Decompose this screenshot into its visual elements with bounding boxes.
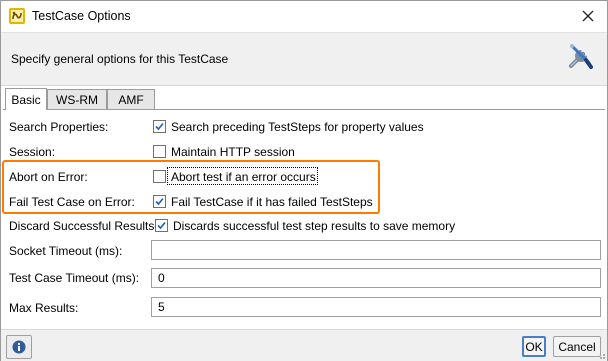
max-results-input[interactable]: 5 bbox=[151, 297, 601, 317]
tab-basic-label: Basic bbox=[11, 92, 41, 107]
discard-results-checkbox-label[interactable]: Discards successful test step results to… bbox=[173, 219, 455, 233]
search-properties-checkbox[interactable] bbox=[153, 120, 166, 133]
cancel-button[interactable]: Cancel bbox=[553, 336, 601, 357]
maintain-session-checkbox-label[interactable]: Maintain HTTP session bbox=[171, 145, 295, 159]
soapui-app-icon bbox=[9, 8, 25, 24]
window-title: TestCase Options bbox=[32, 9, 131, 23]
search-properties-label: Search Properties: bbox=[9, 120, 109, 134]
title-bar: TestCase Options bbox=[1, 1, 607, 32]
tab-ws-rm-label: WS-RM bbox=[56, 92, 98, 107]
tab-ws-rm[interactable]: WS-RM bbox=[47, 89, 107, 109]
checkmark-icon bbox=[157, 221, 166, 230]
discard-results-checkbox[interactable] bbox=[155, 219, 168, 232]
close-icon bbox=[582, 10, 594, 22]
close-button[interactable] bbox=[575, 4, 601, 28]
info-icon bbox=[12, 340, 26, 354]
tab-basic[interactable]: Basic bbox=[5, 88, 47, 110]
resize-grip-icon[interactable] bbox=[596, 350, 606, 360]
testcase-timeout-label: Test Case Timeout (ms): bbox=[9, 271, 140, 285]
testcase-timeout-input[interactable]: 0 bbox=[151, 268, 601, 288]
tab-amf-label: AMF bbox=[118, 92, 144, 107]
ok-button[interactable]: OK bbox=[522, 336, 546, 357]
tab-amf[interactable]: AMF bbox=[107, 89, 155, 109]
tab-content bbox=[3, 109, 605, 327]
header-description: Specify general options for this TestCas… bbox=[11, 52, 229, 66]
search-properties-checkbox-label[interactable]: Search preceding TestSteps for property … bbox=[171, 120, 424, 134]
highlight-annotation bbox=[2, 160, 380, 214]
tools-icon bbox=[569, 44, 593, 69]
discard-results-label: Discard Successful Results: bbox=[9, 219, 158, 233]
max-results-label: Max Results: bbox=[9, 301, 79, 315]
socket-timeout-input[interactable] bbox=[151, 240, 601, 260]
maintain-session-checkbox[interactable] bbox=[153, 145, 166, 158]
help-button[interactable] bbox=[6, 335, 32, 359]
dialog-footer: OK Cancel bbox=[1, 329, 607, 361]
dialog-window: TestCase Options Specify general options… bbox=[0, 0, 608, 361]
socket-timeout-label: Socket Timeout (ms): bbox=[9, 244, 123, 258]
checkmark-icon bbox=[155, 122, 164, 131]
dialog-header: Specify general options for this TestCas… bbox=[1, 32, 607, 86]
session-label: Session: bbox=[9, 145, 56, 159]
